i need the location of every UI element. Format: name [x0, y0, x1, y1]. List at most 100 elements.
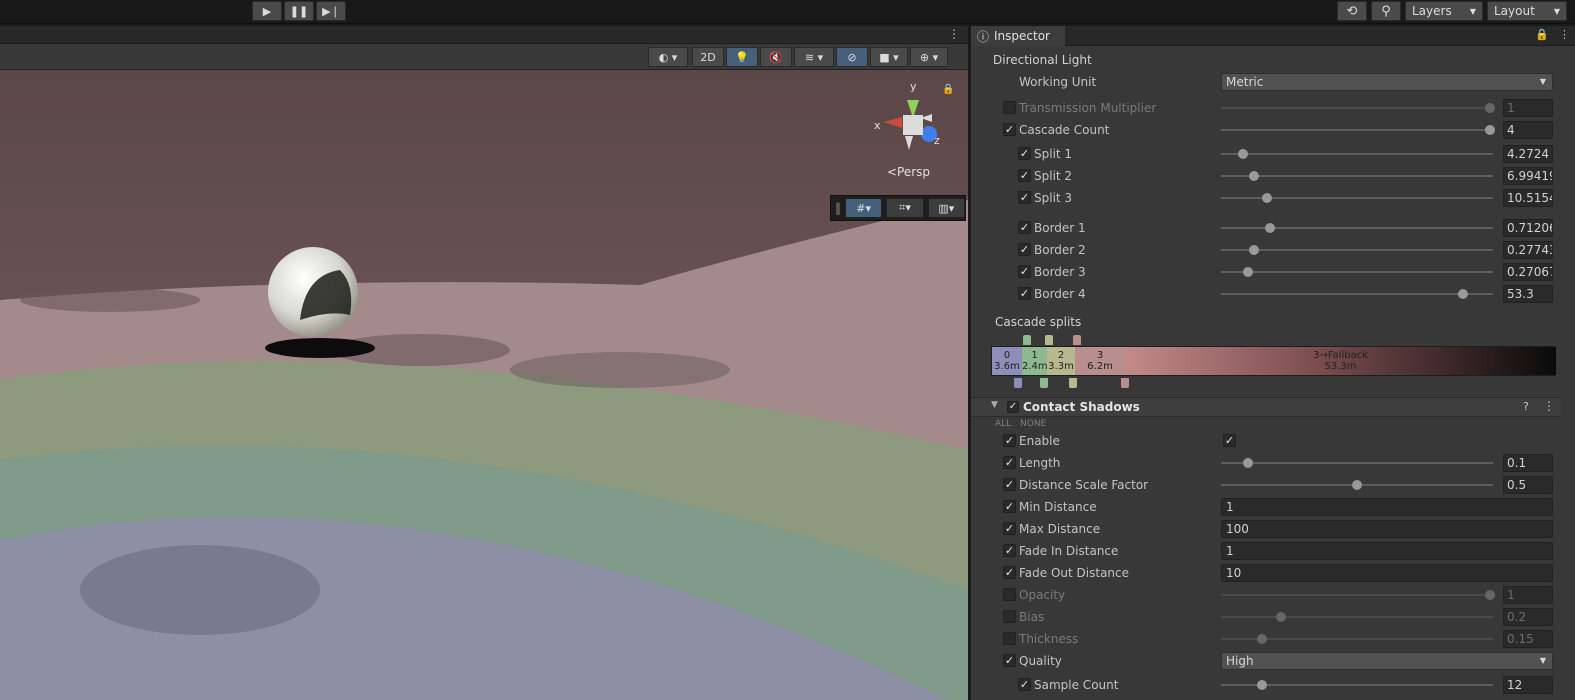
bias-override-checkbox[interactable]: ✓ [1003, 610, 1016, 623]
transmission-multiplier-slider[interactable] [1221, 103, 1496, 113]
enable-override-checkbox[interactable]: ✓ [1003, 434, 1016, 447]
split-2-field[interactable]: 6.99419 [1503, 167, 1553, 185]
border-2-field[interactable]: 0.27743 [1503, 241, 1553, 259]
foldout-arrow-icon[interactable]: ▼ [991, 400, 998, 410]
mode-2d-button[interactable]: 2D [692, 47, 724, 67]
hidden-objects-toggle[interactable]: ⊘ [836, 47, 868, 67]
all-toggle[interactable]: ALL [995, 419, 1011, 429]
cascade-splits-bar[interactable]: 0 3.6m 1 2.4m 2 3.3m 3 6.2m 3→Fallback 53.3m [991, 346, 1556, 376]
fade-out-field[interactable]: 10 [1221, 564, 1553, 582]
lock-icon[interactable]: 🔒 [1535, 28, 1549, 41]
border-handle-1[interactable] [1014, 378, 1022, 388]
split-3-slider-handle[interactable] [1262, 193, 1273, 203]
split-3-field[interactable]: 10.5154 [1503, 189, 1553, 207]
lock-icon[interactable]: 🔒 [942, 84, 954, 95]
length-field[interactable]: 0.1 [1503, 454, 1553, 472]
gizmos-dropdown[interactable]: ⊕ ▾ [910, 47, 948, 67]
split-2-slider[interactable] [1221, 171, 1493, 181]
shading-mode-button[interactable]: ◐ ▾ [648, 47, 688, 67]
thickness-slider[interactable] [1221, 634, 1493, 644]
length-override-checkbox[interactable]: ✓ [1003, 456, 1016, 469]
cascade-count-slider[interactable] [1221, 125, 1496, 135]
max-distance-field[interactable]: 100 [1221, 520, 1553, 538]
opacity-field[interactable]: 1 [1503, 586, 1553, 604]
split-2-override-checkbox[interactable]: ✓ [1018, 169, 1031, 182]
effects-dropdown[interactable]: ≋ ▾ [794, 47, 834, 67]
split-3-override-checkbox[interactable]: ✓ [1018, 191, 1031, 204]
help-icon[interactable]: ? [1523, 400, 1529, 413]
sample-count-slider-handle[interactable] [1256, 680, 1267, 690]
snap-toggle[interactable]: ⌗▾ [886, 198, 924, 218]
border-2-slider[interactable] [1221, 245, 1493, 255]
split-handle-2[interactable] [1045, 335, 1053, 345]
border-1-slider-handle[interactable] [1264, 223, 1275, 233]
transmission-multiplier-override-checkbox[interactable]: ✓ [1003, 101, 1016, 114]
thickness-slider-handle[interactable] [1256, 634, 1267, 644]
border-2-slider-handle[interactable] [1248, 245, 1259, 255]
distance-scale-field[interactable]: 0.5 [1503, 476, 1553, 494]
border-1-slider[interactable] [1221, 223, 1493, 233]
audio-toggle[interactable]: 🔇 [760, 47, 792, 67]
transmission-multiplier-slider-handle[interactable] [1485, 103, 1496, 113]
split-handle-3[interactable] [1073, 335, 1081, 345]
transmission-multiplier-field[interactable]: 1 [1503, 99, 1553, 117]
bias-slider-handle[interactable] [1275, 612, 1286, 622]
play-button[interactable]: ▶ [252, 1, 282, 21]
split-3-slider[interactable] [1221, 193, 1493, 203]
thickness-override-checkbox[interactable]: ✓ [1003, 632, 1016, 645]
border-4-slider[interactable] [1221, 289, 1493, 299]
lighting-toggle[interactable]: 💡 [726, 47, 758, 67]
border-handle-2[interactable] [1040, 378, 1048, 388]
fade-in-field[interactable]: 1 [1221, 542, 1553, 560]
border-1-field[interactable]: 0.71206 [1503, 219, 1553, 237]
cascade-count-field[interactable]: 4 [1503, 121, 1553, 139]
distance-scale-slider[interactable] [1221, 480, 1493, 490]
bias-slider[interactable] [1221, 612, 1493, 622]
increment-snap-toggle[interactable]: ▥▾ [927, 198, 965, 218]
fade-in-override-checkbox[interactable]: ✓ [1003, 544, 1016, 557]
max-distance-override-checkbox[interactable]: ✓ [1003, 522, 1016, 535]
border-3-field[interactable]: 0.27067 [1503, 263, 1553, 281]
working-unit-dropdown[interactable]: Metric ▼ [1221, 73, 1553, 91]
fade-out-override-checkbox[interactable]: ✓ [1003, 566, 1016, 579]
opacity-override-checkbox[interactable]: ✓ [1003, 588, 1016, 601]
quality-dropdown[interactable]: High ▼ [1221, 652, 1553, 670]
sample-count-slider[interactable] [1221, 680, 1493, 690]
split-1-field[interactable]: 4.2724 [1503, 145, 1553, 163]
scene-viewport[interactable]: y x z 🔒 <Persp ‖ #▾ ⌗▾ ▥▾ [0, 70, 968, 700]
min-distance-override-checkbox[interactable]: ✓ [1003, 500, 1016, 513]
split-handle-1[interactable] [1023, 335, 1031, 345]
border-3-override-checkbox[interactable]: ✓ [1018, 265, 1031, 278]
distance-scale-slider-handle[interactable] [1352, 480, 1362, 490]
kebab-menu-icon[interactable]: ⋮ [948, 27, 960, 41]
split-1-override-checkbox[interactable]: ✓ [1018, 147, 1031, 160]
step-button[interactable]: ▶❘ [316, 1, 346, 21]
drag-handle-icon[interactable]: ‖ [835, 201, 841, 215]
border-4-override-checkbox[interactable]: ✓ [1018, 287, 1031, 300]
border-4-field[interactable]: 53.3 [1503, 285, 1553, 303]
split-1-slider[interactable] [1221, 149, 1493, 159]
border-1-override-checkbox[interactable]: ✓ [1018, 221, 1031, 234]
layers-dropdown[interactable]: Layers ▼ [1405, 1, 1483, 21]
length-slider-handle[interactable] [1243, 458, 1254, 468]
search-button[interactable]: ⚲ [1371, 1, 1401, 21]
opacity-slider-handle[interactable] [1485, 590, 1496, 600]
undo-history-button[interactable]: ⟲ [1337, 1, 1367, 21]
border-4-slider-handle[interactable] [1458, 289, 1469, 299]
projection-toggle[interactable]: <Persp [887, 165, 930, 179]
pause-button[interactable]: ❚❚ [284, 1, 314, 21]
contact-shadows-header[interactable]: ▼ ✓ Contact Shadows ? ⋮ [971, 397, 1561, 417]
kebab-menu-icon[interactable]: ⋮ [1559, 28, 1570, 41]
sample-count-override-checkbox[interactable]: ✓ [1018, 678, 1031, 691]
cascade-count-slider-handle[interactable] [1485, 125, 1496, 135]
split-1-slider-handle[interactable] [1237, 149, 1248, 159]
enable-checkbox[interactable]: ✓ [1223, 434, 1236, 447]
tab-inspector[interactable]: ⓘ Inspector [971, 26, 1065, 46]
camera-dropdown[interactable]: ■ ▾ [870, 47, 908, 67]
opacity-slider[interactable] [1221, 590, 1496, 600]
length-slider[interactable] [1221, 458, 1493, 468]
bias-field[interactable]: 0.2 [1503, 608, 1553, 626]
quality-override-checkbox[interactable]: ✓ [1003, 654, 1016, 667]
border-3-slider[interactable] [1221, 267, 1493, 277]
distance-scale-override-checkbox[interactable]: ✓ [1003, 478, 1016, 491]
